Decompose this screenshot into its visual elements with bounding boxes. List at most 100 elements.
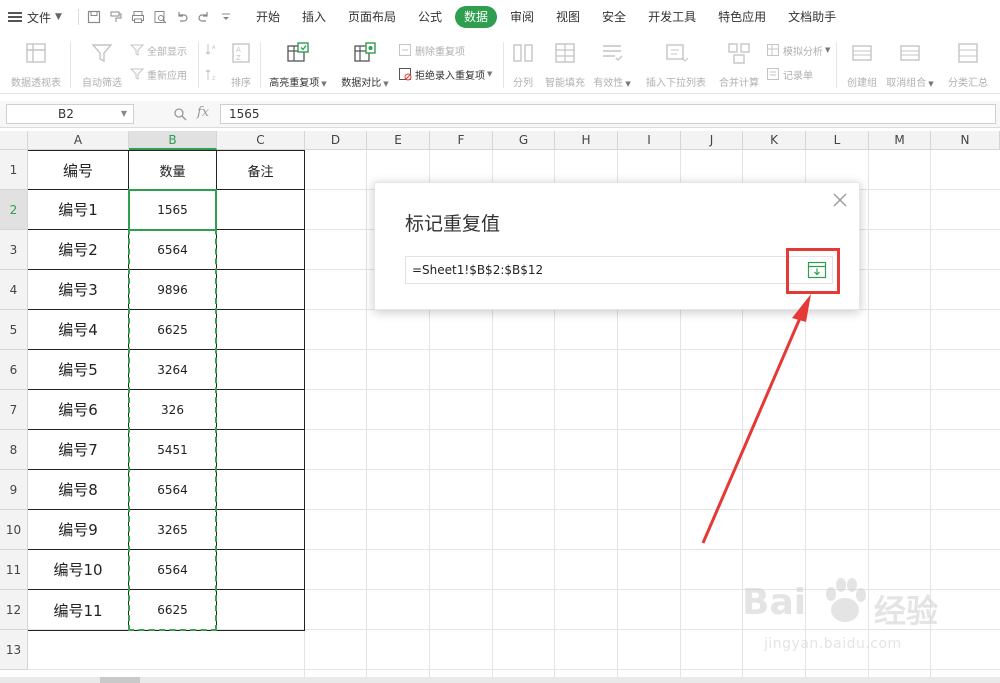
tab-insert[interactable]: 插入 xyxy=(293,6,335,28)
column-header-a[interactable]: A xyxy=(28,131,129,150)
table-cell-quantity[interactable]: 9896 xyxy=(129,270,216,309)
tab-data[interactable]: 数据 xyxy=(455,6,498,28)
collapse-dialog-icon[interactable] xyxy=(807,261,827,279)
table-cell-id[interactable]: 编号4 xyxy=(28,310,128,349)
ungroup-button[interactable]: 取消组合 ▼ xyxy=(884,34,936,94)
table-header-quantity[interactable]: 数量 xyxy=(129,151,216,189)
fx-icon[interactable]: fx xyxy=(197,105,209,120)
tab-page-layout[interactable]: 页面布局 xyxy=(339,6,405,28)
row-header-6[interactable]: 6 xyxy=(0,350,28,390)
column-header-d[interactable]: D xyxy=(305,131,367,150)
print-preview-icon[interactable] xyxy=(149,6,171,28)
table-cell-remark[interactable] xyxy=(217,230,304,269)
tab-doc-assistant[interactable]: 文档助手 xyxy=(779,6,845,28)
table-cell-remark[interactable] xyxy=(217,470,304,509)
column-header-e[interactable]: E xyxy=(367,131,430,150)
range-input[interactable]: =Sheet1!$B$2:$B$12 xyxy=(405,256,833,284)
tab-review[interactable]: 审阅 xyxy=(501,6,543,28)
table-cell-remark[interactable] xyxy=(217,350,304,389)
row-header-13[interactable]: 13 xyxy=(0,630,28,670)
table-header-id[interactable]: 编号 xyxy=(28,151,128,189)
table-cell-id[interactable]: 编号2 xyxy=(28,230,128,269)
split-column-button[interactable]: 分列 xyxy=(508,34,538,94)
redo-icon[interactable] xyxy=(193,6,215,28)
column-header-j[interactable]: J xyxy=(681,131,743,150)
highlight-duplicates-button[interactable]: 高亮重复项 ▼ xyxy=(266,34,330,94)
table-cell-quantity[interactable]: 6564 xyxy=(129,470,216,509)
row-header-7[interactable]: 7 xyxy=(0,390,28,430)
table-cell-remark[interactable] xyxy=(217,310,304,349)
close-icon[interactable] xyxy=(831,191,849,209)
column-header-c[interactable]: C xyxy=(217,131,305,150)
column-header-k[interactable]: K xyxy=(743,131,806,150)
horizontal-scrollbar-thumb[interactable] xyxy=(100,677,140,683)
undo-icon[interactable] xyxy=(171,6,193,28)
table-cell-quantity[interactable]: 6564 xyxy=(129,550,216,589)
show-all-button[interactable]: 全部显示 xyxy=(130,41,187,59)
tab-formulas[interactable]: 公式 xyxy=(409,6,451,28)
pivot-table-button[interactable]: 数据透视表 xyxy=(6,34,66,94)
column-header-g[interactable]: G xyxy=(493,131,555,150)
smart-fill-button[interactable]: 智能填充 xyxy=(542,34,588,94)
column-header-h[interactable]: H xyxy=(555,131,618,150)
print-icon[interactable] xyxy=(127,6,149,28)
table-cell-id[interactable]: 编号11 xyxy=(28,590,128,630)
table-cell-remark[interactable] xyxy=(217,430,304,469)
table-cell-quantity[interactable]: 5451 xyxy=(129,430,216,469)
row-header-10[interactable]: 10 xyxy=(0,510,28,550)
tab-developer[interactable]: 开发工具 xyxy=(639,6,705,28)
table-cell-quantity[interactable]: 3265 xyxy=(129,510,216,549)
chevron-down-icon[interactable]: ▼ xyxy=(121,105,127,123)
row-header-2[interactable]: 2 xyxy=(0,190,28,230)
table-cell-remark[interactable] xyxy=(217,510,304,549)
table-cell-id[interactable]: 编号10 xyxy=(28,550,128,589)
table-cell-id[interactable]: 编号3 xyxy=(28,270,128,309)
subtotal-button[interactable]: 分类汇总 xyxy=(944,34,992,94)
insert-dropdown-button[interactable]: 插入下拉列表 xyxy=(644,34,708,94)
table-cell-quantity[interactable]: 326 xyxy=(129,390,216,429)
sort-button[interactable]: AZ 排序 xyxy=(226,34,256,94)
table-cell-id[interactable]: 编号8 xyxy=(28,470,128,509)
table-cell-remark[interactable] xyxy=(217,270,304,309)
reject-duplicates-button[interactable]: 拒绝录入重复项 ▼ xyxy=(398,65,492,83)
record-form-button[interactable]: 记录单 xyxy=(766,65,813,83)
table-header-remark[interactable]: 备注 xyxy=(217,151,304,189)
table-cell-quantity[interactable]: 3264 xyxy=(129,350,216,389)
column-header-n[interactable]: N xyxy=(931,131,1000,150)
formula-input[interactable]: 1565 xyxy=(220,104,996,124)
table-cell-id[interactable]: 编号7 xyxy=(28,430,128,469)
validation-button[interactable]: 有效性 ▼ xyxy=(593,34,631,94)
column-header-i[interactable]: I xyxy=(618,131,681,150)
tab-home[interactable]: 开始 xyxy=(247,6,289,28)
sort-descending-button[interactable]: Z xyxy=(204,66,221,84)
table-cell-quantity[interactable]: 6625 xyxy=(129,310,216,349)
what-if-button[interactable]: 模拟分析 ▼ xyxy=(766,41,830,59)
column-header-l[interactable]: L xyxy=(806,131,869,150)
table-cell-remark[interactable] xyxy=(217,550,304,589)
table-cell-id[interactable]: 编号1 xyxy=(28,190,128,229)
data-compare-button[interactable]: 数据对比 ▼ xyxy=(336,34,394,94)
row-header-11[interactable]: 11 xyxy=(0,550,28,590)
zoom-icon[interactable] xyxy=(173,107,187,121)
column-header-f[interactable]: F xyxy=(430,131,493,150)
select-all-corner[interactable] xyxy=(0,131,28,150)
sort-ascending-button[interactable]: A xyxy=(204,40,221,58)
table-cell-remark[interactable] xyxy=(217,390,304,429)
table-cell-remark[interactable] xyxy=(217,190,304,229)
name-box[interactable]: B2 ▼ xyxy=(6,104,134,124)
table-cell-id[interactable]: 编号9 xyxy=(28,510,128,549)
file-menu-button[interactable]: 文件 ▼ xyxy=(0,5,68,29)
column-header-m[interactable]: M xyxy=(869,131,931,150)
save-icon[interactable] xyxy=(83,6,105,28)
row-header-12[interactable]: 12 xyxy=(0,590,28,630)
format-painter-icon[interactable] xyxy=(105,6,127,28)
table-cell-id[interactable]: 编号6 xyxy=(28,390,128,429)
table-cell-quantity[interactable]: 1565 xyxy=(129,190,216,229)
auto-filter-button[interactable]: 自动筛选 xyxy=(78,34,126,94)
row-header-3[interactable]: 3 xyxy=(0,230,28,270)
consolidate-button[interactable]: 合并计算 xyxy=(716,34,762,94)
reapply-button[interactable]: 重新应用 xyxy=(130,65,187,83)
create-group-button[interactable]: 创建组 xyxy=(842,34,882,94)
tab-security[interactable]: 安全 xyxy=(593,6,635,28)
row-header-1[interactable]: 1 xyxy=(0,150,28,190)
